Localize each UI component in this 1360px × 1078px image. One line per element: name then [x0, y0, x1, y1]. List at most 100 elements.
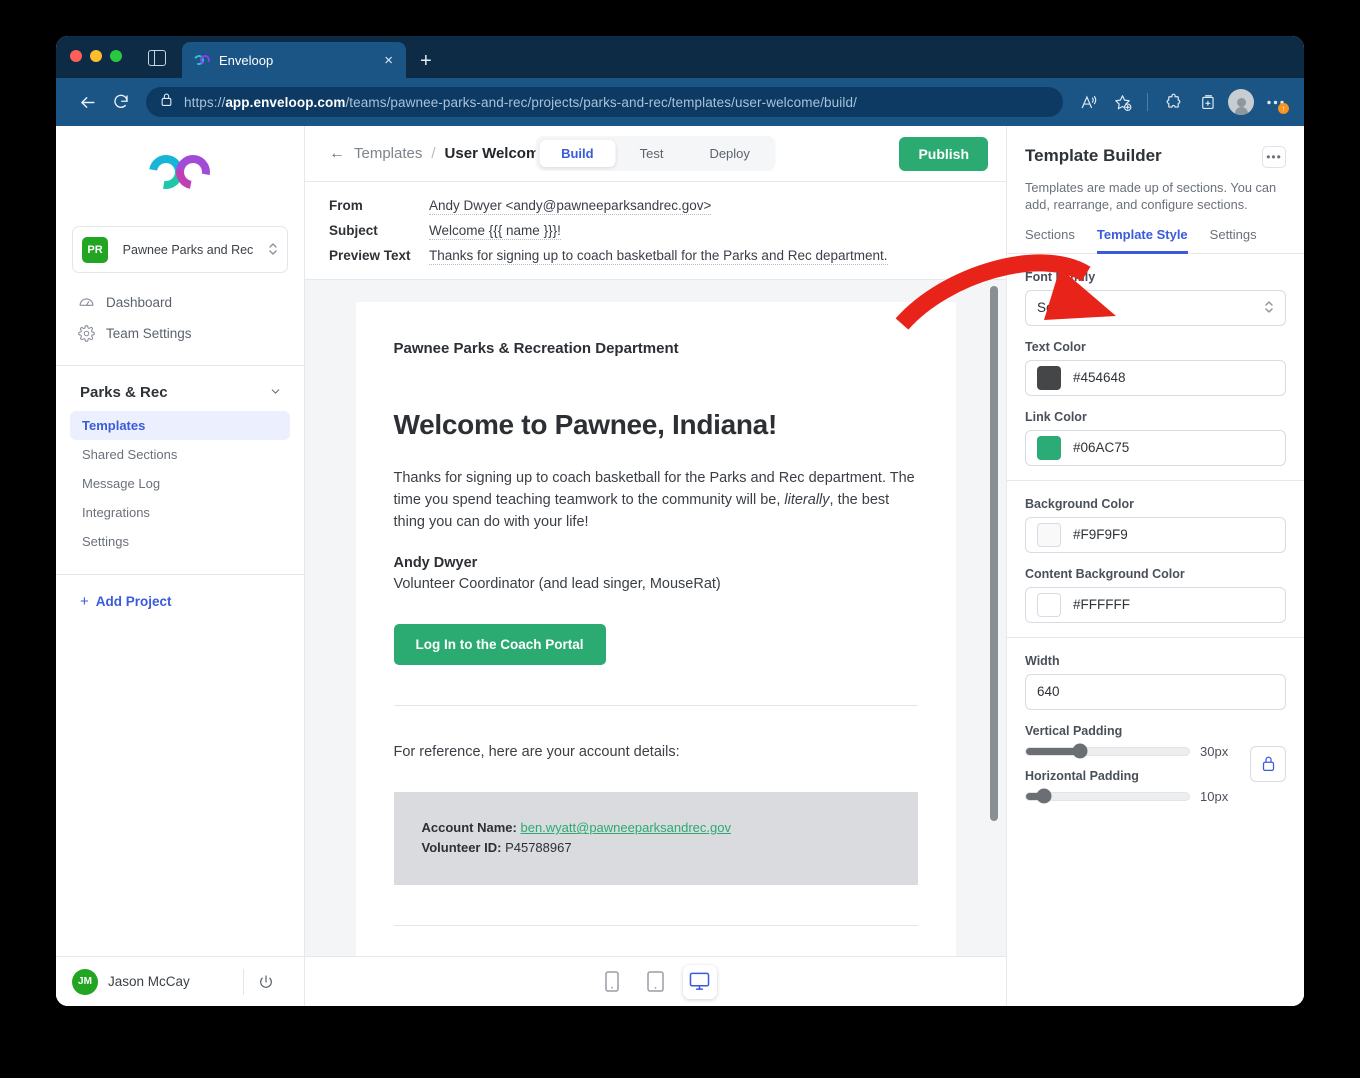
back-button[interactable] [70, 85, 104, 119]
content-background-color-swatch[interactable] [1037, 592, 1061, 617]
browser-sidebar-toggle-icon[interactable] [148, 50, 166, 66]
email-meta-fields: From Andy Dwyer <andy@pawneeparksandrec.… [305, 182, 1006, 280]
browser-tab-enveloop[interactable]: Enveloop × [182, 42, 406, 78]
sidebar-user-footer: JM Jason McCay [56, 956, 304, 1006]
update-badge-icon: ↑ [1278, 103, 1289, 114]
browser-toolbar: https://app.enveloop.com/teams/pawnee-pa… [56, 78, 1304, 126]
from-field-value[interactable]: Andy Dwyer <andy@pawneeparksandrec.gov> [429, 198, 712, 215]
chevron-down-icon [269, 385, 282, 401]
reload-button[interactable] [104, 85, 138, 119]
field-label: Width [1025, 653, 1060, 668]
mobile-preview-button[interactable] [595, 965, 629, 999]
text-color-swatch[interactable] [1037, 365, 1061, 390]
extensions-icon[interactable] [1158, 87, 1188, 117]
sidebar-item-templates[interactable]: Templates [70, 411, 290, 440]
project-header[interactable]: Parks & Rec [56, 366, 304, 411]
tab-sections[interactable]: Sections [1025, 227, 1075, 253]
subject-field-value[interactable]: Welcome {{{ name }}}! [429, 223, 561, 240]
tab-test[interactable]: Test [618, 140, 686, 167]
email-account-details-box[interactable]: Account Name: ben.wyatt@pawneeparksandre… [393, 792, 918, 885]
maximize-window-button[interactable] [110, 50, 122, 62]
sidebar-item-dashboard[interactable]: Dashboard [56, 287, 304, 318]
email-signature[interactable]: Andy Dwyer Volunteer Coordinator (and le… [394, 553, 918, 594]
email-preview-area: Pawnee Parks & Recreation Department Wel… [305, 280, 1006, 956]
page-title: User Welcome [444, 145, 548, 162]
sign-out-button[interactable] [244, 974, 288, 990]
device-preview-bar [305, 956, 1006, 1006]
email-body-paragraph[interactable]: Thanks for signing up to coach basketbal… [394, 467, 918, 533]
browser-tabstrip: Enveloop × + [56, 36, 1304, 78]
meta-label: Subject [329, 223, 378, 238]
address-bar[interactable]: https://app.enveloop.com/teams/pawnee-pa… [146, 87, 1063, 117]
width-input[interactable]: 640 [1025, 673, 1286, 710]
user-avatar[interactable]: JM [72, 968, 98, 995]
sidebar-item-team-settings[interactable]: Team Settings [56, 318, 304, 349]
new-tab-button[interactable]: + [420, 51, 432, 71]
address-bar-url: https://app.enveloop.com/teams/pawnee-pa… [184, 94, 857, 110]
sidebar-item-message-log[interactable]: Message Log [70, 469, 290, 498]
project-nav-list: Templates Shared Sections Message Log In… [56, 411, 304, 556]
email-reference-text[interactable]: For reference, here are your account det… [394, 744, 918, 760]
account-name-value[interactable]: ben.wyatt@pawneeparksandrec.gov [520, 820, 731, 835]
link-padding-lock-button[interactable] [1250, 745, 1286, 782]
panel-more-options-button[interactable]: ••• [1262, 146, 1286, 168]
breadcrumb: ← Templates / User Welcome [329, 145, 548, 163]
read-aloud-icon[interactable] [1073, 87, 1103, 117]
link-color-swatch[interactable] [1037, 435, 1061, 460]
preview-text-field-value[interactable]: Thanks for signing up to coach basketbal… [429, 248, 888, 265]
chevron-updown-icon [1264, 299, 1274, 317]
publish-button[interactable]: Publish [899, 136, 988, 171]
breadcrumb-parent[interactable]: Templates [354, 145, 422, 162]
horizontal-padding-slider[interactable] [1025, 788, 1190, 804]
org-name: Pawnee Parks and Rec [122, 242, 254, 257]
meta-label: From [329, 198, 363, 213]
content-background-color-input[interactable]: #FFFFFF [1025, 586, 1286, 623]
plus-icon: + [80, 593, 89, 610]
meta-row-preview-text: Preview Text Thanks for signing up to co… [329, 248, 982, 265]
tab-settings[interactable]: Settings [1210, 227, 1257, 253]
background-color-swatch[interactable] [1037, 522, 1061, 547]
close-tab-icon[interactable]: × [381, 51, 396, 70]
text-color-input[interactable]: #454648 [1025, 359, 1286, 396]
app-logo[interactable] [56, 126, 304, 218]
signature-role: Volunteer Coordinator (and lead singer, … [393, 575, 721, 592]
tab-template-style[interactable]: Template Style [1096, 227, 1188, 254]
toolbar-divider [1147, 93, 1148, 111]
profile-icon[interactable] [1226, 87, 1256, 117]
sidebar-item-settings[interactable]: Settings [70, 527, 290, 556]
project-title: Parks & Rec [80, 384, 168, 401]
email-divider-2 [393, 924, 918, 926]
sidebar-item-integrations[interactable]: Integrations [70, 498, 290, 527]
vertical-padding-slider[interactable] [1025, 743, 1190, 759]
close-window-button[interactable] [70, 50, 82, 62]
email-canvas: Pawnee Parks & Recreation Department Wel… [355, 302, 956, 956]
field-label: Font Family [1025, 269, 1096, 284]
sidebar-item-label: Dashboard [106, 295, 173, 310]
link-color-input[interactable]: #06AC75 [1025, 429, 1286, 466]
tab-deploy[interactable]: Deploy [687, 140, 771, 167]
user-name: Jason McCay [108, 974, 190, 989]
background-color-value: #F9F9F9 [1073, 527, 1128, 543]
desktop-preview-button[interactable] [682, 964, 717, 999]
add-favorite-icon[interactable] [1107, 87, 1137, 117]
browser-settings-menu-icon[interactable]: ↑ [1260, 87, 1290, 117]
tablet-preview-button[interactable] [639, 965, 673, 999]
org-switcher[interactable]: PR Pawnee Parks and Rec [72, 226, 288, 273]
sidebar-item-shared-sections[interactable]: Shared Sections [70, 440, 290, 469]
minimize-window-button[interactable] [90, 50, 102, 62]
email-cta-button[interactable]: Log In to the Coach Portal [393, 624, 606, 666]
preview-scrollbar[interactable] [990, 286, 998, 821]
field-text-color: Text Color #454648 [1025, 340, 1286, 396]
vertical-padding-label: Vertical Padding [1025, 723, 1123, 738]
add-project-button[interactable]: + Add Project [56, 575, 304, 628]
dashboard-icon [78, 294, 95, 311]
email-heading[interactable]: Welcome to Pawnee, Indiana! [394, 409, 918, 441]
panel-description: Templates are made up of sections. You c… [1025, 180, 1277, 213]
text-color-value: #454648 [1073, 370, 1126, 386]
collections-icon[interactable] [1192, 87, 1222, 117]
email-divider [393, 705, 918, 707]
background-color-input[interactable]: #F9F9F9 [1025, 516, 1286, 553]
back-arrow-icon[interactable]: ← [329, 145, 345, 163]
font-family-select[interactable]: Select One [1025, 289, 1286, 326]
tab-build[interactable]: Build [539, 140, 616, 167]
